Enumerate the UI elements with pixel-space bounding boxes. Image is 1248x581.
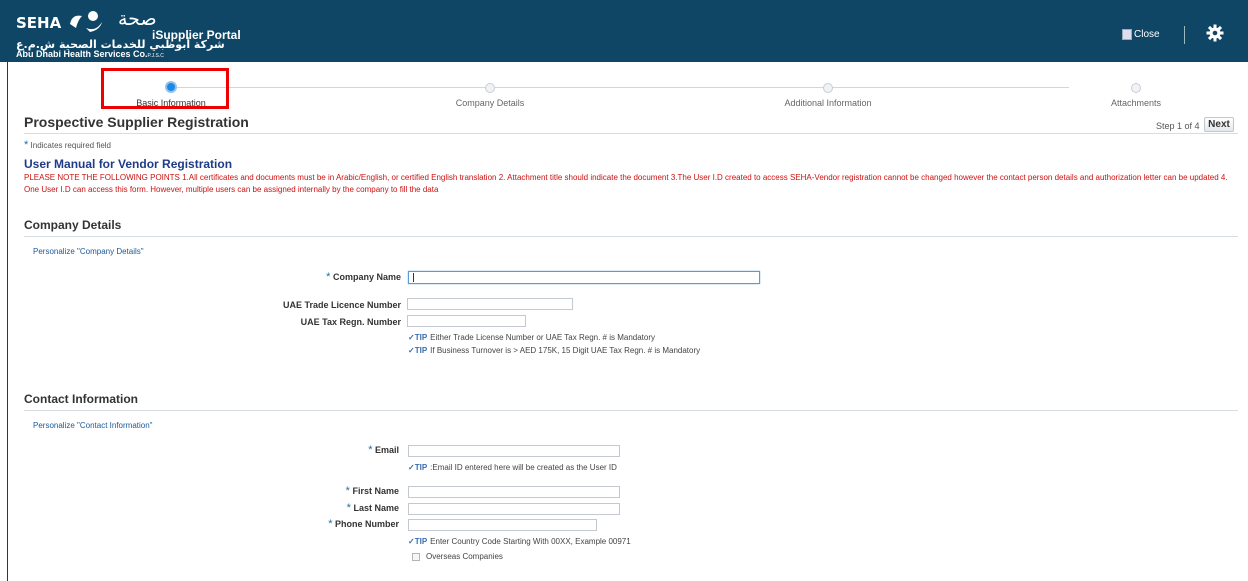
- logo-arabic: صحة: [118, 8, 157, 30]
- overseas-companies-checkbox[interactable]: [412, 552, 420, 561]
- phone-number-input[interactable]: [408, 519, 597, 531]
- page-title: Prospective Supplier Registration: [24, 114, 249, 130]
- highlight-box: [101, 68, 229, 109]
- logo-text: SEHA: [16, 14, 62, 32]
- tip-check-icon: ✓TIP: [408, 346, 428, 355]
- trade-licence-label: UAE Trade Licence Number: [282, 300, 401, 310]
- company-name-label: * Company Name: [326, 271, 401, 283]
- text-caret: [413, 273, 414, 282]
- phone-number-label: * Phone Number: [328, 518, 399, 530]
- portal-title: iSupplier Portal: [152, 28, 241, 42]
- tip-business-turnover: ✓TIP If Business Turnover is > AED 175K, …: [408, 346, 701, 355]
- tax-regn-input[interactable]: [407, 315, 526, 327]
- company-details-heading: Company Details: [24, 218, 122, 232]
- gear-icon[interactable]: [1205, 23, 1225, 43]
- personalize-contact-information-link[interactable]: Personalize "Contact Information": [33, 421, 153, 430]
- logo-company: Abu Dhabi Health Services Co.P.J.S.C: [16, 49, 164, 59]
- page-left-border: [7, 62, 8, 581]
- tip-phone: ✓TIP Enter Country Code Starting With 00X…: [408, 537, 631, 546]
- overseas-companies-label: Overseas Companies: [426, 552, 503, 561]
- last-name-label: * Last Name: [346, 502, 399, 514]
- registration-notice: PLEASE NOTE THE FOLLOWING POINTS 1.All c…: [24, 173, 1228, 194]
- required-star: *: [24, 139, 29, 151]
- train-label-additional-information: Additional Information: [784, 98, 872, 108]
- tip-check-icon: ✓TIP: [408, 333, 428, 342]
- trade-licence-input[interactable]: [407, 298, 573, 310]
- next-button[interactable]: Next: [1204, 117, 1234, 132]
- company-details-divider: [24, 236, 1238, 237]
- step-indicator: Step 1 of 4: [1156, 121, 1200, 131]
- seha-logo-icon: [70, 11, 102, 32]
- contact-information-heading: Contact Information: [24, 392, 138, 406]
- required-note-text: Indicates required field: [30, 141, 112, 150]
- header-divider: [1184, 26, 1185, 44]
- email-input[interactable]: [408, 445, 620, 457]
- personalize-company-details-link[interactable]: Personalize "Company Details": [33, 247, 144, 256]
- tip-email: ✓TIP:Email ID entered here will be creat…: [408, 463, 617, 472]
- title-divider: [24, 133, 1238, 134]
- tax-regn-label: UAE Tax Regn. Number: [300, 317, 401, 327]
- last-name-input[interactable]: [408, 503, 620, 515]
- tip-trade-or-tax: ✓TIP Either Trade License Number or UAE T…: [408, 333, 656, 342]
- train-label-company-details: Company Details: [455, 98, 525, 108]
- contact-information-divider: [24, 410, 1238, 411]
- first-name-input[interactable]: [408, 486, 620, 498]
- close-link[interactable]: Close: [1122, 29, 1160, 40]
- train-stop-additional-information: [823, 83, 833, 93]
- app-header: SEHA صحة شركة أبوظبي للخدمات الصحية ش.م.…: [0, 0, 1248, 62]
- train-stop-attachments: [1131, 83, 1141, 93]
- broken-image-icon: [1122, 29, 1132, 40]
- tip-check-icon: ✓TIP: [408, 537, 428, 546]
- first-name-label: * First Name: [345, 485, 399, 497]
- train-line: [177, 87, 1069, 88]
- user-manual-link[interactable]: User Manual for Vendor Registration: [24, 157, 232, 171]
- company-name-input[interactable]: [408, 271, 760, 284]
- email-label: * Email: [368, 444, 399, 456]
- tip-check-icon: ✓TIP: [408, 463, 428, 472]
- train-stop-company-details: [485, 83, 495, 93]
- required-note: * Indicates required field: [24, 139, 111, 151]
- overseas-companies-row: Overseas Companies: [412, 552, 503, 561]
- train-label-attachments: Attachments: [1110, 98, 1162, 108]
- close-label: Close: [1134, 29, 1160, 40]
